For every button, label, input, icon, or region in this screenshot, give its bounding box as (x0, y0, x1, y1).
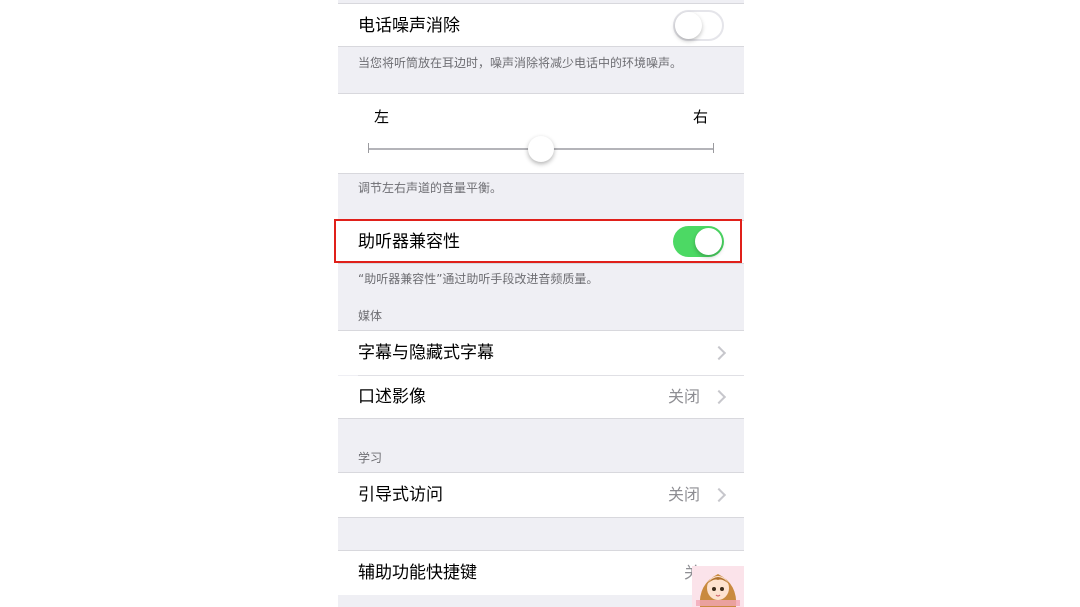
chevron-right-icon (711, 487, 727, 503)
noise-cancellation-footnote: 当您将听筒放在耳边时，噪声消除将减少电话中的环境噪声。 (358, 56, 683, 70)
slider-right-tick (713, 143, 714, 153)
audio-description-value: 关闭 (667, 387, 700, 406)
hearing-aid-row[interactable]: 助听器兼容性 (338, 221, 744, 263)
chevron-right-icon (711, 345, 727, 361)
group-bottom-border (338, 418, 744, 419)
learning-section-header: 学习 (358, 451, 383, 465)
hearing-aid-footnote: “助听器兼容性”通过助听手段改进音频质量。 (358, 272, 599, 286)
noise-cancellation-row[interactable]: 电话噪声消除 (338, 4, 744, 46)
captions-label: 字幕与隐藏式字幕 (358, 343, 494, 363)
settings-screen: 电话噪声消除 当您将听筒放在耳边时，噪声消除将减少电话中的环境噪声。 左 右 调… (338, 0, 744, 607)
slider-left-tick (368, 143, 369, 153)
avatar-illustration-icon (692, 566, 744, 607)
media-section-header: 媒体 (358, 309, 383, 323)
guided-access-label: 引导式访问 (358, 485, 443, 505)
balance-right-label: 右 (692, 108, 708, 126)
group-bottom-border (338, 263, 744, 264)
accessibility-shortcut-row[interactable]: 辅助功能快捷键 关 (338, 551, 744, 595)
watermark-avatar (692, 566, 744, 607)
guided-access-row[interactable]: 引导式访问 关闭 (338, 473, 744, 517)
group-bottom-border (338, 46, 744, 47)
audio-description-row[interactable]: 口述影像 关闭 (338, 376, 744, 418)
hearing-aid-label: 助听器兼容性 (358, 232, 460, 252)
toggle-knob (695, 228, 722, 255)
captions-row[interactable]: 字幕与隐藏式字幕 (338, 331, 744, 375)
chevron-right-icon (711, 389, 727, 405)
noise-cancellation-label: 电话噪声消除 (358, 16, 460, 36)
guided-access-value: 关闭 (667, 485, 700, 504)
toggle-knob (675, 12, 702, 39)
group-bottom-border (338, 517, 744, 518)
balance-slider-thumb[interactable] (528, 136, 554, 162)
hearing-aid-toggle[interactable] (673, 226, 724, 257)
audio-description-label: 口述影像 (358, 387, 426, 407)
balance-footnote: 调节左右声道的音量平衡。 (358, 181, 503, 195)
accessibility-shortcut-label: 辅助功能快捷键 (358, 563, 477, 583)
group-bottom-border (338, 173, 744, 174)
noise-cancellation-toggle[interactable] (673, 10, 724, 41)
balance-left-label: 左 (374, 108, 390, 126)
